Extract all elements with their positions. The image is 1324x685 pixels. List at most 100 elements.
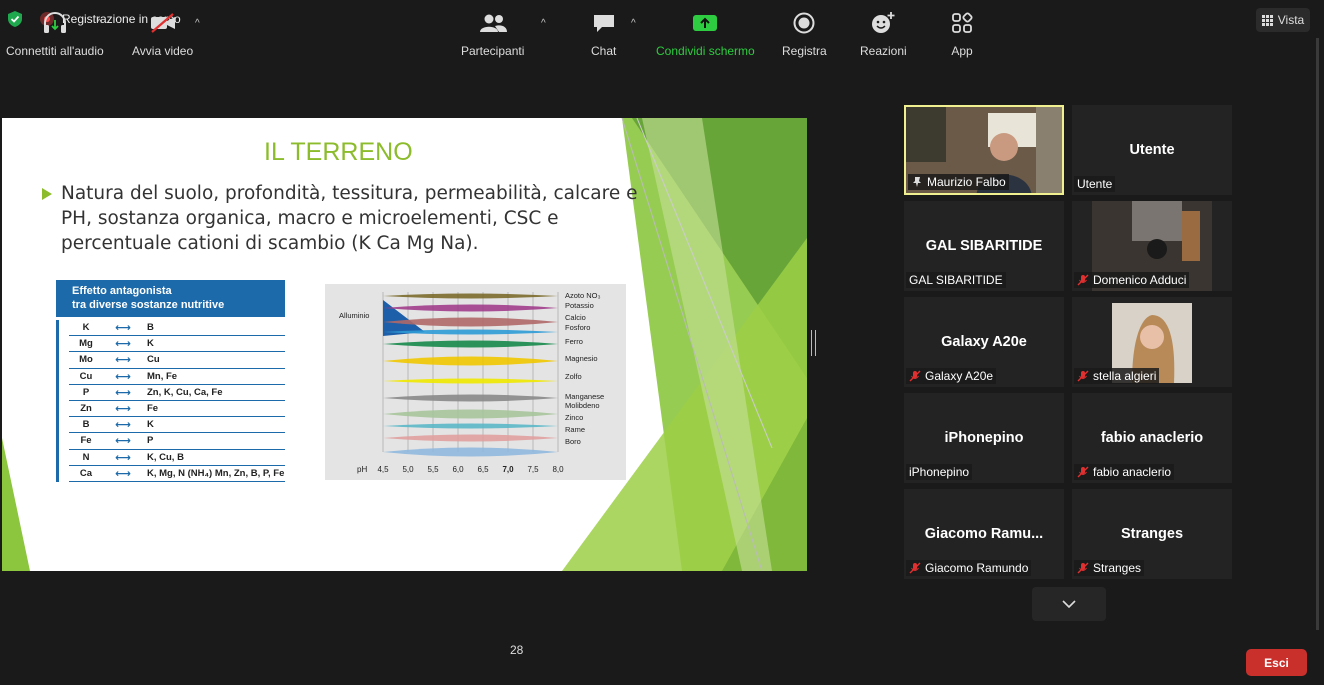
participant-name: Maurizio Falbo <box>927 175 1006 189</box>
nutrient-band <box>383 304 558 312</box>
mic-muted-icon <box>1077 370 1089 382</box>
ph-tick-label: 5,5 <box>427 465 439 474</box>
antagonist-element: Ca <box>79 467 93 479</box>
antagonist-element: Mg <box>79 338 93 350</box>
nutrient-label: Zolfo <box>565 372 582 381</box>
antagonist-row: Fe ⟷ P <box>69 433 285 450</box>
video-options-caret[interactable]: ^ <box>195 18 200 29</box>
antagonist-element: K <box>82 322 90 334</box>
participant-tile[interactable]: Galaxy A20e Galaxy A20e <box>904 297 1064 387</box>
share-screen-icon <box>693 15 718 31</box>
antagonist-element: Mo <box>79 354 93 366</box>
participant-name-label: stella algieri <box>1074 368 1160 384</box>
participant-tile[interactable]: Giacomo Ramu... Giacomo Ramundo <box>904 489 1064 579</box>
leave-meeting-button[interactable]: Esci <box>1246 649 1307 676</box>
participant-display-name: Stranges <box>1120 526 1184 542</box>
participant-name-label: Maurizio Falbo <box>908 174 1009 190</box>
nutrient-band <box>383 447 558 457</box>
participants-icon <box>479 14 507 32</box>
antagonist-table-header: Effetto antagonista tra diverse sostanze… <box>56 280 285 317</box>
reactions-button[interactable]: Reazioni <box>860 10 907 58</box>
participant-name-label: Utente <box>1074 176 1116 192</box>
record-icon <box>793 12 815 34</box>
antagonist-element: Cu <box>79 370 93 382</box>
antagonist-row: K ⟷ B <box>69 320 285 337</box>
shared-slide: IL TERRENO Natura del suolo, profondità,… <box>2 118 807 571</box>
participants-options-caret[interactable]: ^ <box>541 18 546 29</box>
scrollbar[interactable] <box>1316 38 1319 638</box>
participant-name: Giacomo Ramundo <box>925 561 1029 575</box>
nutrient-label: Potassio <box>565 301 594 310</box>
double-arrow-icon: ⟷ <box>115 419 131 432</box>
view-button[interactable]: Vista <box>1256 8 1310 32</box>
participant-tile[interactable]: Maurizio Falbo <box>904 105 1064 195</box>
participant-name-label: GAL SIBARITIDE <box>906 272 1006 288</box>
participants-button[interactable]: Partecipanti <box>461 10 524 58</box>
mic-muted-icon <box>909 562 921 574</box>
antagonist-row: Cu ⟷ Mn, Fe <box>69 369 285 385</box>
nutrient-band <box>383 434 558 442</box>
ph-tick-label: 4,5 <box>377 465 389 474</box>
record-button[interactable]: Registra <box>782 10 827 58</box>
audio-label: Connettiti all'audio <box>6 44 104 58</box>
audio-options-caret[interactable]: ^ <box>97 18 102 29</box>
participant-tile[interactable]: iPhonepino iPhonepino <box>904 393 1064 483</box>
antagonist-row: Mo ⟷ Cu <box>69 352 285 369</box>
participant-name-label: Domenico Adduci <box>1074 272 1190 288</box>
chat-label: Chat <box>591 44 617 58</box>
participant-tile[interactable]: GAL SIBARITIDE GAL SIBARITIDE <box>904 201 1064 291</box>
split-divider-handle[interactable] <box>811 330 816 356</box>
antagonist-table: Effetto antagonista tra diverse sostanze… <box>56 280 285 490</box>
double-arrow-icon: ⟷ <box>115 435 131 448</box>
participant-tile[interactable]: Domenico Adduci <box>1072 201 1232 291</box>
participant-name-label: Galaxy A20e <box>906 368 997 384</box>
antagonist-row: P ⟷ Zn, K, Cu, Ca, Fe <box>69 385 285 401</box>
antagonist-header-line1: Effetto antagonista <box>72 285 172 297</box>
ph-tick-label: 7,0 <box>502 465 514 474</box>
double-arrow-icon: ⟷ <box>115 354 131 367</box>
pin-icon <box>913 177 921 187</box>
antagonist-row: B ⟷ K <box>69 417 285 434</box>
participant-name: iPhonepino <box>909 465 970 479</box>
participants-count: 28 <box>510 643 524 657</box>
video-button[interactable]: Avvia video <box>132 10 193 58</box>
nutrient-label: Molibdeno <box>565 401 600 410</box>
apps-label: App <box>951 44 973 58</box>
share-screen-button[interactable]: Condividi schermo <box>656 10 755 58</box>
participant-name-label: Giacomo Ramundo <box>906 560 1032 576</box>
participant-name: Utente <box>1077 177 1113 191</box>
nutrient-band <box>383 409 558 419</box>
nutrient-label: Calcio <box>565 313 586 322</box>
participant-tile[interactable]: fabio anaclerio fabio anaclerio <box>1072 393 1232 483</box>
ph-tick-label: 7,5 <box>527 465 539 474</box>
antagonist-table-body: K ⟷ B Mg ⟷ K Mo ⟷ Cu Cu ⟷ Mn, Fe P ⟷ Zn, K, Cu, Ca, Fe… <box>56 320 285 482</box>
nutrient-band <box>383 340 558 348</box>
participant-display-name: Galaxy A20e <box>941 334 1027 350</box>
chat-button[interactable]: Chat <box>591 10 616 58</box>
participant-tile[interactable]: stella algieri <box>1072 297 1232 387</box>
participant-tile[interactable]: Utente Utente <box>1072 105 1232 195</box>
smiley-plus-icon <box>872 12 895 33</box>
slide-bullet-text: Natura del suolo, profondità, tessitura,… <box>61 183 638 254</box>
mic-muted-icon <box>1077 562 1089 574</box>
antagonist-targets: Zn, K, Cu, Ca, Fe <box>147 386 223 398</box>
audio-button[interactable]: Connettiti all'audio <box>6 10 104 58</box>
nutrient-label: Boro <box>565 437 581 446</box>
antagonist-targets: P <box>147 435 154 447</box>
participant-tile[interactable]: Stranges Stranges <box>1072 489 1232 579</box>
participant-name-label: Stranges <box>1074 560 1145 576</box>
next-page-button[interactable] <box>1032 587 1106 621</box>
antagonist-targets: Mn, Fe <box>147 370 178 382</box>
antagonist-element: Zn <box>80 403 92 415</box>
participant-display-name: Giacomo Ramu... <box>924 526 1044 542</box>
nutrient-label: Fosforo <box>565 323 590 332</box>
reactions-label: Reazioni <box>860 44 907 58</box>
antagonist-targets: B <box>147 322 154 334</box>
chat-options-caret[interactable]: ^ <box>631 18 636 29</box>
video-off-icon <box>150 13 175 33</box>
nutrient-band <box>383 423 558 429</box>
antagonist-element: B <box>82 419 90 431</box>
nutrient-label: Magnesio <box>565 354 598 363</box>
apps-button[interactable]: App <box>951 10 973 58</box>
video-label: Avvia video <box>132 44 194 58</box>
